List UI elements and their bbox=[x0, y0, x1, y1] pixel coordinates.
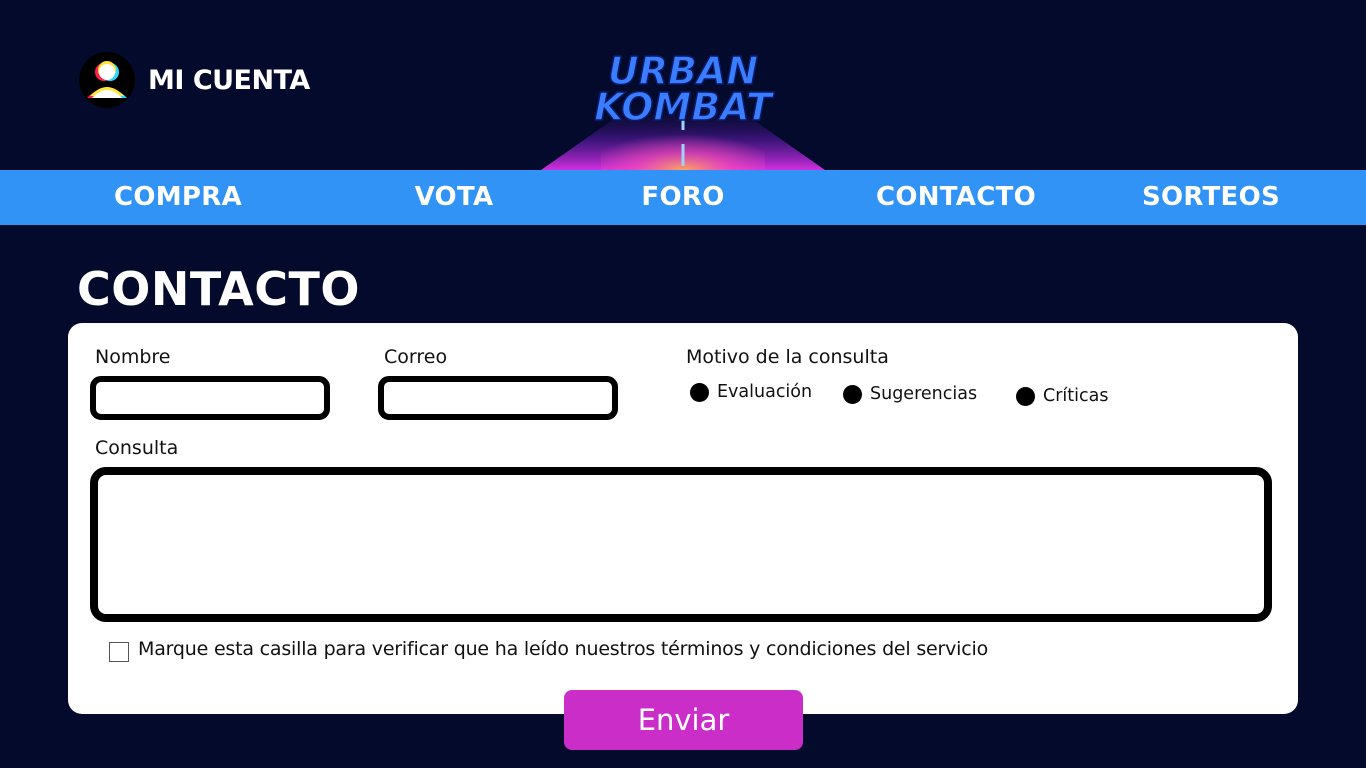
query-textarea[interactable] bbox=[90, 467, 1272, 622]
main-nav: COMPRA VOTA FORO CONTACTO SORTEOS bbox=[0, 170, 1366, 225]
contact-form-card: Nombre Correo Motivo de la consulta Eval… bbox=[68, 323, 1298, 714]
submit-button[interactable]: Enviar bbox=[564, 690, 803, 750]
email-label: Correo bbox=[384, 346, 448, 368]
radio-dot-icon bbox=[843, 384, 862, 404]
account-label: MI CUENTA bbox=[148, 64, 310, 96]
urban-kombat-logo[interactable]: URBAN KOMBAT bbox=[541, 40, 825, 170]
reason-option-evaluacion[interactable]: Evaluación bbox=[690, 382, 812, 402]
terms-label: Marque esta casilla para verificar que h… bbox=[138, 638, 989, 660]
nav-item-foro[interactable]: FORO bbox=[641, 170, 724, 225]
nav-item-contacto[interactable]: CONTACTO bbox=[876, 170, 1036, 225]
nav-item-vota[interactable]: VOTA bbox=[415, 170, 494, 225]
user-icon bbox=[79, 52, 135, 108]
name-field[interactable] bbox=[90, 376, 330, 420]
query-label: Consulta bbox=[95, 437, 179, 459]
reason-label: Motivo de la consulta bbox=[686, 346, 889, 368]
account-link[interactable]: MI CUENTA bbox=[78, 50, 310, 110]
radio-dot-icon bbox=[690, 382, 709, 402]
nav-item-compra[interactable]: COMPRA bbox=[114, 170, 242, 225]
reason-option-label: Evaluación bbox=[717, 382, 813, 402]
reason-option-label: Críticas bbox=[1043, 386, 1109, 406]
page-title: CONTACTO bbox=[77, 262, 361, 316]
terms-checkbox[interactable] bbox=[109, 642, 129, 662]
name-label: Nombre bbox=[95, 346, 171, 368]
reason-option-sugerencias[interactable]: Sugerencias bbox=[843, 384, 977, 404]
reason-option-criticas[interactable]: Críticas bbox=[1016, 386, 1108, 406]
email-field[interactable] bbox=[378, 376, 618, 420]
reason-option-label: Sugerencias bbox=[870, 384, 978, 404]
logo-line2: KOMBAT bbox=[594, 85, 775, 129]
nav-item-sorteos[interactable]: SORTEOS bbox=[1142, 170, 1280, 225]
terms-row: Marque esta casilla para verificar que h… bbox=[109, 636, 988, 662]
radio-dot-icon bbox=[1016, 386, 1035, 406]
